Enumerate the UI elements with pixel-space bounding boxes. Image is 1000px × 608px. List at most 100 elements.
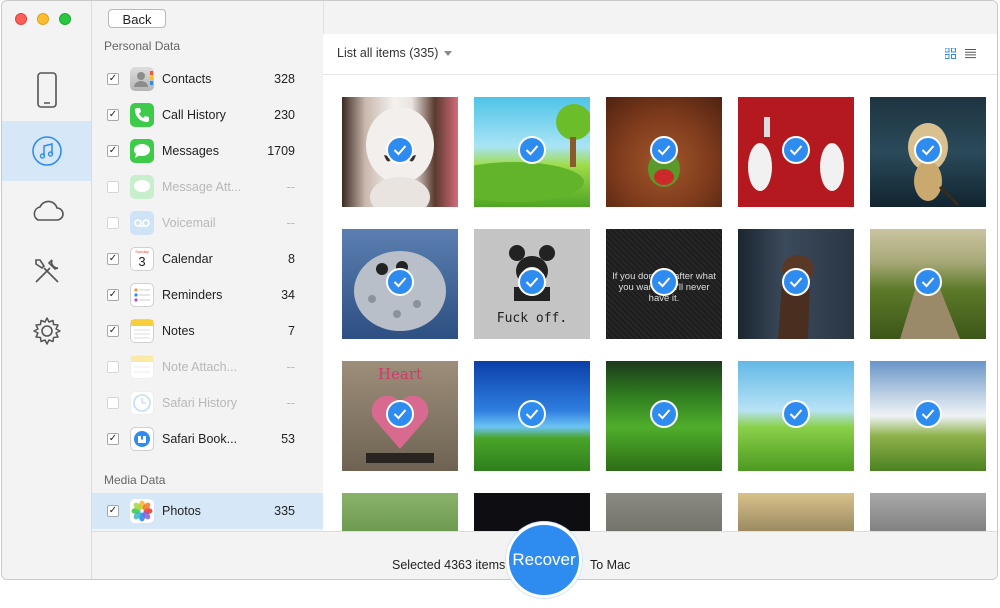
category-note-attachments: Note Attach... -- — [92, 349, 323, 385]
photo-thumbnail-hand-phone[interactable] — [738, 229, 854, 339]
app-window: Back Personal Data ✓ Contacts 328 ✓ Call… — [1, 0, 998, 580]
category-count: -- — [286, 360, 295, 374]
category-count: 335 — [274, 504, 295, 518]
photo-thumbnail-partial-5[interactable] — [870, 493, 986, 531]
category-label: Message Att... — [162, 180, 242, 194]
safari-bookmarks-checkbox[interactable]: ✓ — [107, 433, 119, 445]
photo-thumbnail-mickey-sign[interactable]: Fuck off. — [474, 229, 590, 339]
category-calendar[interactable]: ✓ Sunday 3 Calendar 8 — [92, 241, 323, 277]
photo-thumbnail-sky-meadow[interactable] — [474, 97, 590, 207]
selected-check-icon[interactable] — [650, 268, 678, 296]
selected-check-icon[interactable] — [518, 136, 546, 164]
safari-history-icon — [130, 391, 154, 415]
voicemail-checkbox — [107, 217, 119, 229]
category-count: 7 — [288, 324, 295, 338]
messages-checkbox[interactable]: ✓ — [107, 145, 119, 157]
grid-view-icon[interactable] — [945, 48, 956, 59]
media-data-header: Media Data — [104, 473, 166, 487]
phone-icon — [130, 103, 154, 127]
personal-data-header: Personal Data — [104, 39, 181, 53]
reminders-checkbox[interactable]: ✓ — [107, 289, 119, 301]
category-count: -- — [286, 180, 295, 194]
message-attachments-checkbox — [107, 181, 119, 193]
list-view-icon[interactable] — [965, 48, 976, 59]
selection-summary: Selected 4363 items — [392, 558, 506, 572]
calendar-checkbox[interactable]: ✓ — [107, 253, 119, 265]
selected-check-icon[interactable] — [518, 400, 546, 428]
selected-check-icon[interactable] — [650, 400, 678, 428]
category-call-history[interactable]: ✓ Call History 230 — [92, 97, 323, 133]
minimize-window-button[interactable] — [37, 13, 49, 25]
zoom-window-button[interactable] — [59, 13, 71, 25]
notes-checkbox[interactable]: ✓ — [107, 325, 119, 337]
category-photos[interactable]: ✓ Photos 335 — [92, 493, 323, 529]
calendar-icon-date: 3 — [138, 254, 146, 269]
cloud-icon — [33, 200, 64, 221]
call-history-checkbox[interactable]: ✓ — [107, 109, 119, 121]
category-count: 328 — [274, 72, 295, 86]
category-notes[interactable]: ✓ Notes 7 — [92, 313, 323, 349]
selected-check-icon[interactable] — [914, 268, 942, 296]
category-count: -- — [286, 216, 295, 230]
photo-thumbnail-cloud-field[interactable] — [870, 361, 986, 471]
gear-icon — [32, 317, 61, 345]
photo-thumbnail-partial-4[interactable] — [738, 493, 854, 531]
recover-button[interactable]: Recover — [506, 522, 582, 598]
category-count: 8 — [288, 252, 295, 266]
photo-thumbnail-blue-hill[interactable] — [474, 361, 590, 471]
reminders-icon — [130, 283, 154, 307]
photos-checkbox[interactable]: ✓ — [107, 505, 119, 517]
contacts-checkbox[interactable]: ✓ — [107, 73, 119, 85]
category-label: Safari Book... — [162, 432, 238, 446]
rail-settings-button[interactable] — [2, 301, 91, 361]
photo-thumbnail-country-road[interactable] — [870, 229, 986, 339]
photo-thumbnail-partial-1[interactable] — [342, 493, 458, 531]
messages-icon — [130, 139, 154, 163]
category-message-attachments: Message Att... -- — [92, 169, 323, 205]
photo-thumbnail-pug-violin[interactable] — [870, 97, 986, 207]
photos-icon — [130, 499, 154, 523]
title-bar — [323, 1, 997, 34]
photo-thumbnail-cartoon-squirrels[interactable] — [738, 97, 854, 207]
category-count: 1709 — [267, 144, 295, 158]
selected-check-icon[interactable] — [782, 400, 810, 428]
music-note-icon — [31, 136, 62, 166]
photo-thumbnail-white-figurine[interactable] — [342, 97, 458, 207]
photo-thumbnail-partial-3[interactable] — [606, 493, 722, 531]
close-window-button[interactable] — [15, 13, 27, 25]
back-button[interactable]: Back — [108, 9, 166, 28]
selected-check-icon[interactable] — [782, 136, 810, 164]
category-safari-bookmarks[interactable]: ✓ Safari Book... 53 — [92, 421, 323, 457]
rail-icloud-button[interactable] — [2, 181, 91, 241]
photo-thumbnail-sky-field[interactable] — [738, 361, 854, 471]
selected-check-icon[interactable] — [914, 400, 942, 428]
rail-toolkit-button[interactable] — [2, 241, 91, 301]
selected-check-icon[interactable] — [386, 136, 414, 164]
list-all-dropdown[interactable]: List all items (335) — [337, 46, 453, 60]
photo-thumbnail-green-slope[interactable] — [606, 361, 722, 471]
selected-check-icon[interactable] — [386, 268, 414, 296]
selected-check-icon[interactable] — [914, 136, 942, 164]
calendar-icon: Sunday 3 — [130, 247, 154, 271]
category-messages[interactable]: ✓ Messages 1709 — [92, 133, 323, 169]
rail-itunes-button[interactable] — [2, 121, 91, 181]
selected-check-icon[interactable] — [386, 400, 414, 428]
category-contacts[interactable]: ✓ Contacts 328 — [92, 61, 323, 97]
note-attachments-checkbox — [107, 361, 119, 373]
selected-check-icon[interactable] — [518, 268, 546, 296]
rail-device-button[interactable] — [2, 60, 91, 120]
selected-check-icon[interactable] — [650, 136, 678, 164]
note-attachment-icon — [130, 355, 154, 379]
photo-thumbnail-spotted-cat-toy[interactable] — [342, 229, 458, 339]
photo-thumbnail-green-bird[interactable] — [606, 97, 722, 207]
category-reminders[interactable]: ✓ Reminders 34 — [92, 277, 323, 313]
photo-thumbnail-heart-art[interactable]: Heart — [342, 361, 458, 471]
category-label: Messages — [162, 144, 219, 158]
category-label: Note Attach... — [162, 360, 238, 374]
photo-thumbnail-quote-dark[interactable]: If you don't go after what you want, you… — [606, 229, 722, 339]
category-label: Notes — [162, 324, 195, 338]
category-label: Contacts — [162, 72, 212, 86]
contacts-icon — [130, 67, 154, 91]
category-label: Calendar — [162, 252, 213, 266]
selected-check-icon[interactable] — [782, 268, 810, 296]
